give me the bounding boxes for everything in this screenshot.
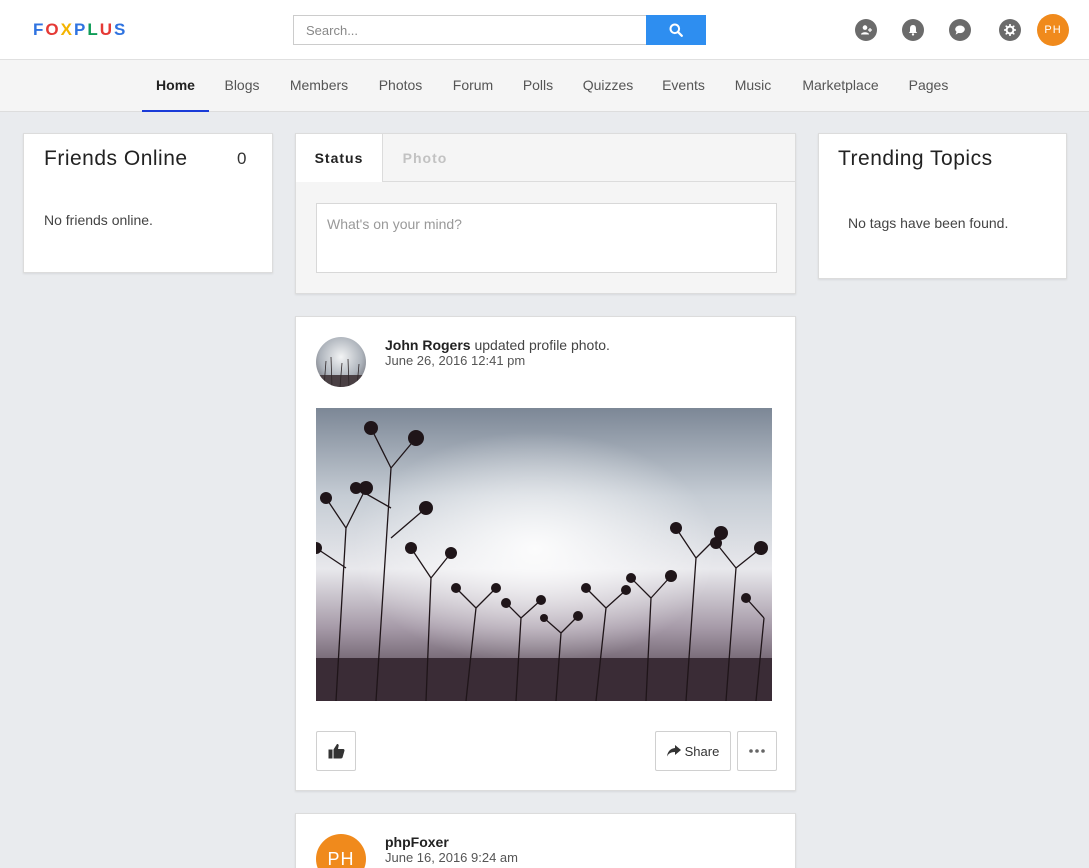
post-header: John Rogers updated profile photo. <box>385 337 610 353</box>
messages-button[interactable] <box>949 19 971 41</box>
post-timestamp[interactable]: June 26, 2016 12:41 pm <box>385 353 525 368</box>
share-button[interactable]: Share <box>655 731 731 771</box>
search-icon <box>669 23 683 37</box>
share-icon <box>666 745 681 757</box>
logo-letter: S <box>113 20 128 39</box>
nav-item-quizzes[interactable]: Quizzes <box>578 60 638 112</box>
trending-empty-text: No tags have been found. <box>848 215 1009 231</box>
search-button[interactable] <box>646 15 706 45</box>
nav-item-home[interactable]: Home <box>142 60 209 112</box>
add-friend-icon <box>861 25 872 35</box>
post-action-text: updated profile photo. <box>474 337 610 353</box>
bell-icon <box>908 25 918 36</box>
tab-photo[interactable]: Photo <box>383 134 467 182</box>
nav-item-blogs[interactable]: Blogs <box>218 60 266 112</box>
post-photo-image <box>316 408 772 701</box>
top-bar: FOXPLUS Search... PH <box>0 0 1089 60</box>
like-button[interactable] <box>316 731 356 771</box>
post-author-name[interactable]: phpFoxer <box>385 834 449 850</box>
logo-letter: U <box>99 20 114 39</box>
feed-post: PH phpFoxer June 16, 2016 9:24 am <box>295 813 796 868</box>
status-composer: Status Photo <box>295 133 796 294</box>
notifications-button[interactable] <box>902 19 924 41</box>
nav-item-polls[interactable]: Polls <box>517 60 559 112</box>
friends-online-card: Friends Online 0 No friends online. <box>23 133 273 273</box>
logo-letter: F <box>33 20 46 39</box>
post-photo[interactable] <box>316 408 772 701</box>
trending-topics-card: Trending Topics No tags have been found. <box>818 133 1067 279</box>
logo-letter: O <box>45 20 61 39</box>
nav-item-photos[interactable]: Photos <box>373 60 428 112</box>
search-bar <box>293 15 706 45</box>
post-author-avatar[interactable]: PH <box>316 834 366 868</box>
thumbs-up-icon <box>328 744 345 759</box>
post-timestamp[interactable]: June 16, 2016 9:24 am <box>385 850 518 865</box>
nav-item-members[interactable]: Members <box>284 60 354 112</box>
status-input[interactable] <box>316 203 777 273</box>
nav-item-events[interactable]: Events <box>657 60 710 112</box>
friends-empty-text: No friends online. <box>44 212 153 228</box>
nav-item-music[interactable]: Music <box>729 60 777 112</box>
composer-tabs: Status Photo <box>296 134 795 182</box>
ellipsis-icon <box>749 749 765 753</box>
feed-post: John Rogers updated profile photo. June … <box>295 316 796 791</box>
avatar-image <box>316 337 366 387</box>
friend-requests-button[interactable] <box>855 19 877 41</box>
more-options-button[interactable] <box>737 731 777 771</box>
logo-letter: P <box>73 20 88 39</box>
brand-logo[interactable]: FOXPLUS <box>33 20 127 40</box>
logo-letter: X <box>60 20 74 39</box>
friends-online-count: 0 <box>237 149 247 168</box>
user-avatar[interactable]: PH <box>1037 14 1069 46</box>
friends-online-title: Friends Online <box>44 147 188 170</box>
chat-icon <box>955 25 965 35</box>
post-header: phpFoxer <box>385 834 449 850</box>
nav-item-marketplace[interactable]: Marketplace <box>796 60 885 112</box>
main-nav: Home Blogs Members Photos Forum Polls Qu… <box>0 60 1089 112</box>
post-author-name[interactable]: John Rogers <box>385 337 471 353</box>
settings-button[interactable] <box>999 19 1021 41</box>
trending-topics-title: Trending Topics <box>838 147 993 170</box>
post-author-avatar[interactable] <box>316 337 366 387</box>
gear-icon <box>1004 24 1016 36</box>
nav-item-pages[interactable]: Pages <box>904 60 953 112</box>
tab-status[interactable]: Status <box>296 134 383 182</box>
logo-letter: L <box>87 20 100 39</box>
nav-item-forum[interactable]: Forum <box>447 60 499 112</box>
search-input[interactable] <box>293 15 646 45</box>
share-label: Share <box>684 743 720 759</box>
